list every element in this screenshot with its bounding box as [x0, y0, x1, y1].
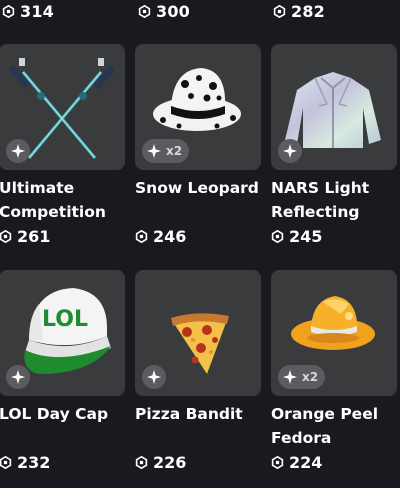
item-thumbnail[interactable]: x2 — [271, 270, 397, 396]
limited-sparkle-icon — [11, 144, 25, 158]
price-row-top-2: 300 — [138, 0, 190, 22]
robux-icon — [0, 229, 12, 243]
robux-icon — [273, 4, 286, 18]
limited-sparkle-icon — [11, 370, 25, 384]
item-card-orange-peel-fedora[interactable]: x2 Orange Peel Fedora 224 — [271, 270, 397, 474]
item-card-nars-light-reflecting[interactable]: NARS Light Reflecting 245 — [271, 44, 397, 248]
item-name[interactable]: Ultimate Competition — [0, 176, 125, 224]
price-value: 246 — [153, 226, 187, 246]
robux-icon — [271, 455, 284, 469]
item-price: 245 — [271, 224, 397, 248]
limited-badge — [6, 365, 30, 389]
price-value: 300 — [156, 1, 190, 21]
price-value: 232 — [17, 452, 51, 472]
price-value: 226 — [153, 452, 187, 472]
price-value: 261 — [17, 226, 51, 246]
item-thumbnail[interactable]: x2 — [135, 44, 261, 170]
price-value: 282 — [291, 1, 325, 21]
robux-icon — [2, 4, 15, 18]
svg-text:LOL: LOL — [42, 307, 88, 332]
limited-badge — [142, 365, 166, 389]
limited-badge: x2 — [278, 365, 326, 389]
limited-badge — [6, 139, 30, 163]
price-row-top-3: 282 — [273, 0, 325, 22]
robux-icon — [135, 229, 148, 243]
item-name[interactable]: LOL Day Cap — [0, 402, 125, 450]
item-price: 226 — [135, 450, 261, 474]
limited-badge — [278, 139, 302, 163]
item-price: 246 — [135, 224, 261, 248]
robux-icon — [138, 4, 151, 18]
price-row-top-1: 314 — [2, 0, 54, 22]
item-thumbnail[interactable] — [0, 44, 125, 170]
item-name[interactable]: Pizza Bandit — [135, 402, 261, 450]
item-price: 224 — [271, 450, 397, 474]
item-card-pizza-bandit[interactable]: Pizza Bandit 226 — [135, 270, 261, 474]
limited-sparkle-icon — [147, 144, 161, 158]
item-name[interactable]: NARS Light Reflecting — [271, 176, 397, 224]
item-card-lol-day-cap[interactable]: LOL LOL Day Cap 232 — [0, 270, 125, 474]
robux-icon — [135, 455, 148, 469]
item-name[interactable]: Snow Leopard — [135, 176, 261, 224]
quantity-count: x2 — [302, 370, 319, 384]
limited-sparkle-icon — [283, 144, 297, 158]
limited-sparkle-icon — [147, 370, 161, 384]
item-card-ultimate-competition[interactable]: Ultimate Competition 261 — [0, 44, 125, 248]
limited-sparkle-icon — [283, 370, 297, 384]
item-card-snow-leopard[interactable]: x2 Snow Leopard 246 — [135, 44, 261, 248]
catalog-grid: 314 300 282 Ultimate Competition 261 x2 … — [0, 0, 400, 488]
price-value: 224 — [289, 452, 323, 472]
quantity-count: x2 — [166, 144, 183, 158]
robux-icon — [0, 455, 12, 469]
item-thumbnail[interactable] — [271, 44, 397, 170]
price-value: 314 — [20, 1, 54, 21]
item-price: 232 — [0, 450, 125, 474]
item-thumbnail[interactable]: LOL — [0, 270, 125, 396]
price-value: 245 — [289, 226, 323, 246]
item-name[interactable]: Orange Peel Fedora — [271, 402, 397, 450]
item-price: 261 — [0, 224, 125, 248]
robux-icon — [271, 229, 284, 243]
limited-badge: x2 — [142, 139, 190, 163]
item-thumbnail[interactable] — [135, 270, 261, 396]
